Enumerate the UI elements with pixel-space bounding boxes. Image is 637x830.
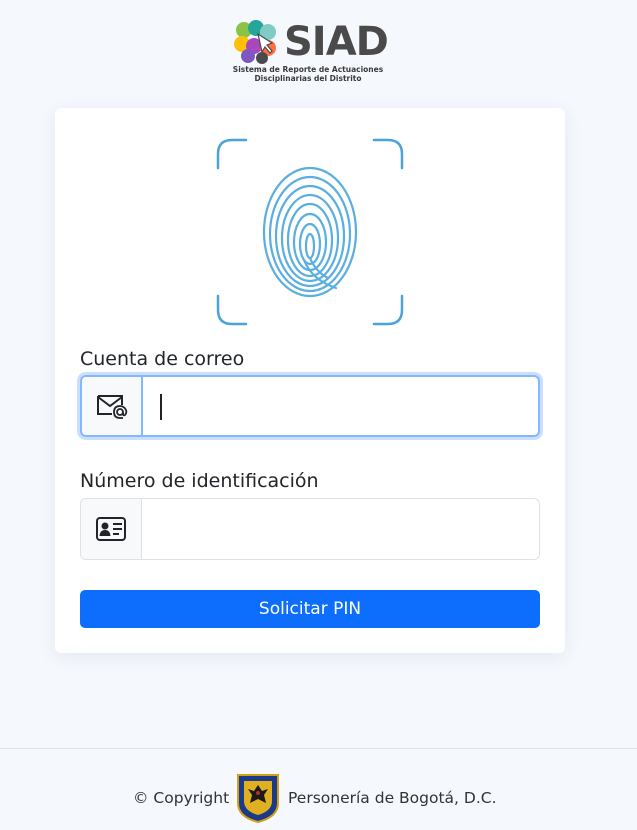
id-label: Número de identificación: [80, 470, 319, 492]
email-input[interactable]: [143, 377, 538, 435]
id-addon: [81, 499, 142, 559]
footer: © Copyright Personería de Bogotá, D.C.: [0, 748, 637, 830]
email-label: Cuenta de correo: [80, 348, 245, 370]
fingerprint-scanner: [216, 138, 404, 326]
logo-subtitle-line1: Sistema de Reporte de Actuaciones: [232, 65, 384, 74]
envelope-at-icon: [96, 395, 127, 419]
siad-logo-mark-icon: [234, 20, 276, 64]
login-card: Cuenta de correo Número de identificació…: [55, 108, 565, 653]
email-addon: [82, 377, 143, 435]
logo-title: SIAD: [284, 19, 389, 65]
text-caret: [160, 394, 162, 420]
organization-name: Personería de Bogotá, D.C.: [288, 789, 497, 807]
header: SIAD Sistema de Reporte de Actuaciones D…: [0, 0, 637, 100]
logo-subtitle: Sistema de Reporte de Actuaciones Discip…: [232, 65, 384, 83]
siad-logo: SIAD Sistema de Reporte de Actuaciones D…: [232, 18, 392, 88]
id-input[interactable]: [142, 499, 539, 559]
id-card-icon: [96, 517, 126, 541]
bogota-coat-of-arms-icon: [237, 774, 279, 823]
copyright-text: © Copyright: [133, 789, 230, 807]
logo-subtitle-line2: Disciplinarias del Distrito: [254, 74, 362, 83]
request-pin-button[interactable]: Solicitar PIN: [80, 590, 540, 628]
email-input-group: [80, 375, 540, 437]
fingerprint-icon: [216, 138, 404, 326]
id-input-group: [80, 498, 540, 560]
